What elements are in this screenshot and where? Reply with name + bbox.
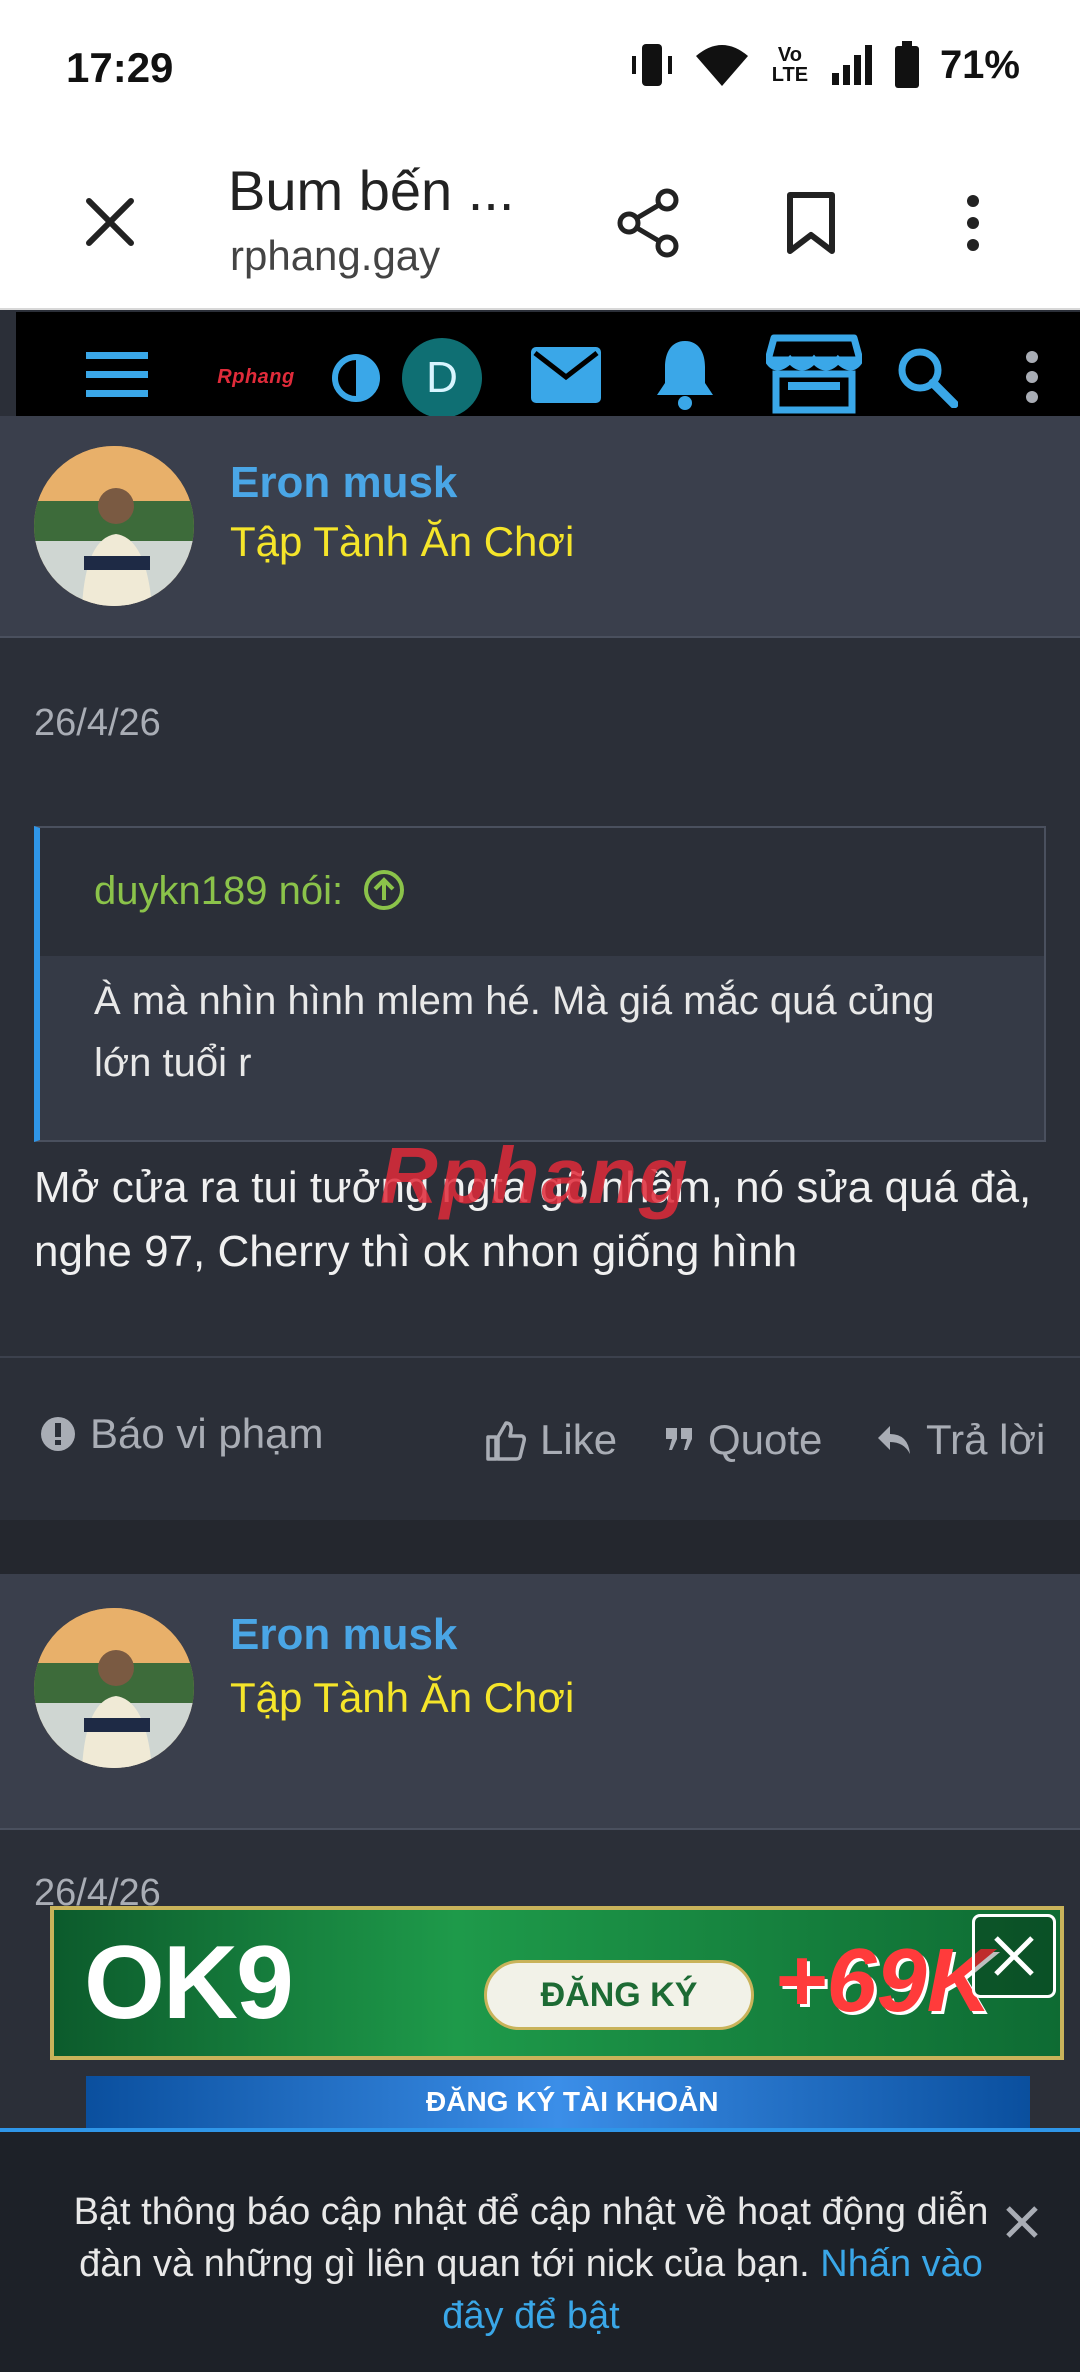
quote-button[interactable]: Quote bbox=[664, 1416, 822, 1464]
reply-icon bbox=[878, 1426, 910, 1454]
ad-secondary-text: ĐĂNG KÝ TÀI KHOẢN bbox=[426, 2086, 719, 2117]
user-title: Tập Tành Ăn Chơi bbox=[230, 1674, 575, 1721]
user-photo bbox=[34, 1608, 194, 1768]
close-tab-button[interactable] bbox=[70, 182, 150, 262]
vibrate-icon bbox=[631, 44, 672, 86]
arrow-up-circle-icon bbox=[364, 870, 405, 910]
volte-icon: Vo LTE bbox=[771, 44, 809, 86]
username[interactable]: Eron musk bbox=[230, 458, 457, 508]
wifi-icon bbox=[695, 45, 748, 86]
nav-more-button[interactable] bbox=[1012, 342, 1052, 412]
ad-bonus: +69K bbox=[774, 1931, 992, 2031]
account-avatar-button[interactable]: D bbox=[402, 338, 482, 418]
page-url[interactable]: rphang.gay bbox=[230, 232, 440, 280]
ad-register-button[interactable]: ĐĂNG KÝ bbox=[484, 1960, 754, 2030]
user-photo bbox=[34, 446, 194, 606]
theme-toggle-button[interactable] bbox=[328, 350, 384, 406]
status-icons: Vo LTE 71% bbox=[630, 40, 1020, 90]
quote-header: duykn189 nói: bbox=[40, 828, 1044, 956]
more-vert-icon bbox=[967, 195, 979, 251]
store-icon bbox=[766, 334, 862, 414]
post-separator bbox=[0, 1520, 1080, 1574]
signal-icon bbox=[831, 45, 872, 85]
notification-message: Bật thông báo cập nhật để cập nhật về ho… bbox=[56, 2186, 1006, 2342]
ad-banner-secondary[interactable]: ĐĂNG KÝ TÀI KHOẢN bbox=[86, 2076, 1030, 2130]
quote-label: Quote bbox=[708, 1416, 823, 1463]
share-icon bbox=[617, 188, 679, 258]
menu-button[interactable] bbox=[928, 178, 1018, 268]
post-date[interactable]: 26/4/26 bbox=[34, 702, 161, 745]
username[interactable]: Eron musk bbox=[230, 1610, 457, 1660]
report-button[interactable]: Báo vi phạm bbox=[40, 1410, 323, 1458]
more-vert-icon bbox=[1026, 351, 1038, 403]
status-bar: 17:29 Vo LTE 71% bbox=[0, 0, 1080, 140]
reply-button[interactable]: Trả lời bbox=[876, 1416, 1045, 1464]
battery-icon bbox=[894, 41, 919, 88]
quote-text: À mà nhìn hình mlem hé. Mà giá mắc quá c… bbox=[94, 979, 935, 1085]
post-actions: Báo vi phạm Like Quote Trả lời bbox=[0, 1356, 1080, 1516]
store-button[interactable] bbox=[764, 332, 864, 416]
post-author-header: Eron musk Tập Tành Ăn Chơi bbox=[0, 1574, 1080, 1830]
site-logo-text: Rphang bbox=[217, 365, 295, 388]
page-title: Bum bến ... bbox=[228, 159, 515, 222]
hamburger-icon bbox=[86, 352, 148, 397]
post-author-header: Eron musk Tập Tành Ăn Chơi bbox=[0, 416, 1080, 638]
mail-icon bbox=[531, 347, 601, 403]
search-button[interactable] bbox=[892, 342, 962, 412]
quote-block: duykn189 nói: À mà nhìn hình mlem hé. Mà… bbox=[34, 826, 1046, 1142]
quote-author-name: duykn189 nói: bbox=[94, 869, 344, 913]
user-avatar[interactable] bbox=[34, 1608, 194, 1768]
push-notification-banner: Bật thông báo cập nhật để cập nhật về ho… bbox=[0, 2128, 1080, 2372]
like-label: Like bbox=[540, 1416, 618, 1463]
thumbs-up-icon bbox=[486, 1421, 526, 1461]
ad-brand: OK9 bbox=[84, 1925, 294, 2041]
quote-author[interactable]: duykn189 nói: bbox=[94, 868, 406, 914]
user-avatar[interactable] bbox=[34, 446, 194, 606]
contrast-icon bbox=[332, 354, 380, 402]
close-icon bbox=[86, 198, 134, 246]
quote-icon bbox=[666, 1428, 692, 1450]
forum-post: Eron musk Tập Tành Ăn Chơi 26/4/26 duykn… bbox=[0, 416, 1080, 1520]
like-button[interactable]: Like bbox=[484, 1416, 617, 1464]
watermark-text: Rphang bbox=[380, 1131, 690, 1220]
close-icon bbox=[994, 1936, 1034, 1976]
alerts-button[interactable] bbox=[650, 334, 720, 414]
share-button[interactable] bbox=[604, 178, 694, 268]
reply-label: Trả lời bbox=[926, 1416, 1046, 1463]
ad-banner[interactable]: OK9 ĐĂNG KÝ +69K bbox=[50, 1906, 1064, 2060]
battery-percent: 71% bbox=[939, 42, 1020, 87]
browser-toolbar: Bum bến ... rphang.gay bbox=[0, 140, 1080, 310]
report-label: Báo vi phạm bbox=[90, 1410, 324, 1457]
ad-close-button[interactable] bbox=[972, 1914, 1056, 1998]
bookmark-icon bbox=[787, 192, 835, 254]
user-title: Tập Tành Ăn Chơi bbox=[230, 518, 575, 565]
status-time: 17:29 bbox=[66, 44, 174, 91]
bell-icon bbox=[657, 341, 713, 410]
bookmark-button[interactable] bbox=[766, 178, 856, 268]
nav-menu-button[interactable] bbox=[82, 340, 152, 410]
site-logo[interactable]: Rphang bbox=[196, 360, 316, 394]
close-icon bbox=[1006, 2206, 1038, 2238]
search-icon bbox=[898, 348, 958, 408]
notification-close-button[interactable] bbox=[992, 2192, 1052, 2252]
site-watermark: Rphang bbox=[380, 1130, 690, 1222]
inbox-button[interactable] bbox=[528, 340, 604, 410]
avatar: D bbox=[402, 338, 482, 418]
alert-icon bbox=[41, 1417, 75, 1451]
